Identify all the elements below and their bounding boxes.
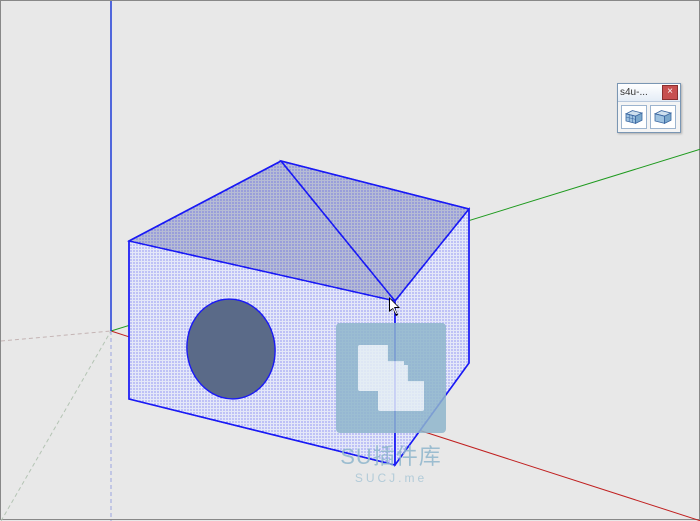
- box-grid-icon: [624, 109, 644, 125]
- tool-button-2[interactable]: [650, 105, 676, 129]
- close-icon[interactable]: ×: [662, 85, 678, 100]
- scene-svg: [1, 1, 700, 521]
- toolbar-titlebar[interactable]: s4u-... ×: [618, 84, 680, 102]
- toolbar-body: [618, 102, 680, 132]
- plugin-toolbar[interactable]: s4u-... ×: [617, 83, 681, 133]
- toolbar-title: s4u-...: [620, 87, 662, 98]
- tool-button-1[interactable]: [621, 105, 647, 129]
- viewport-3d[interactable]: SU插件库 SUCJ.me s4u-... ×: [0, 0, 700, 520]
- axis-green-neg: [1, 331, 111, 521]
- box-plain-icon: [653, 109, 673, 125]
- axis-red-neg: [1, 331, 111, 341]
